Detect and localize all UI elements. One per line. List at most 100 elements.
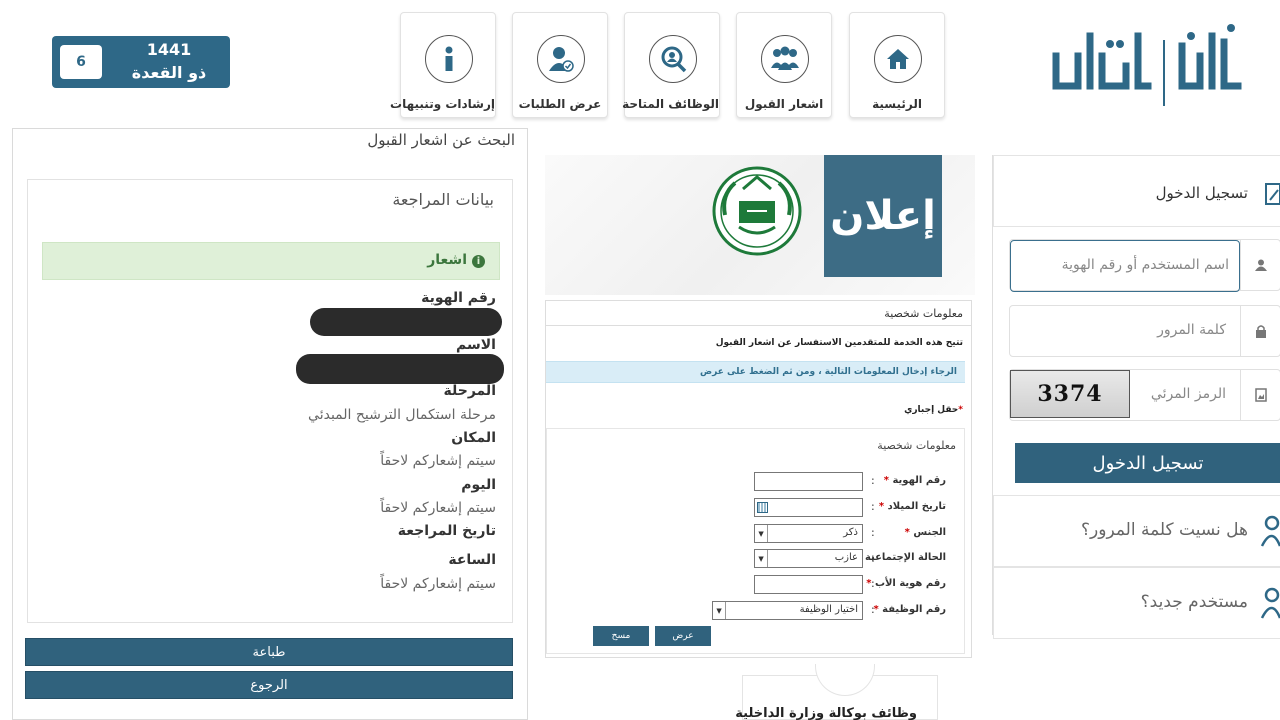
day-value: سيتم إشعاركم لاحقاً bbox=[380, 500, 496, 516]
review-data-box: بيانات المراجعة iاشعار رقم الهوية الاسم … bbox=[27, 179, 513, 623]
stage-value: مرحلة استكمال الترشيح المبدئي bbox=[308, 407, 496, 423]
nav-requests-label: عرض الطلبات bbox=[518, 97, 602, 111]
personal-info-form: معلومات شخصية تتيح هذه الخدمة للمتقدمين … bbox=[545, 300, 972, 658]
password-placeholder: كلمة المرور bbox=[1157, 322, 1226, 338]
print-button[interactable]: طباعة bbox=[25, 638, 513, 666]
panel-title: البحث عن اشعار القبول bbox=[367, 131, 515, 149]
date-month: ذو القعدة bbox=[131, 63, 207, 82]
id-label: رقم الهوية bbox=[421, 290, 496, 306]
ministry-emblem-icon bbox=[711, 165, 803, 257]
lock-icon bbox=[1240, 306, 1280, 356]
login-title: تسجيل الدخول bbox=[1155, 184, 1248, 202]
center-area: إعلان معلومات شخصية تتيح هذه الخدمة للمت… bbox=[545, 155, 975, 720]
marital-status-select[interactable]: عازب ▼ bbox=[754, 549, 863, 568]
group-icon bbox=[761, 35, 809, 83]
review-date-label: تاريخ المراجعة bbox=[397, 523, 496, 539]
show-button[interactable]: عرض bbox=[655, 626, 711, 646]
forgot-password-link[interactable]: هل نسيت كلمة المرور؟ bbox=[993, 495, 1280, 567]
job-search-icon bbox=[649, 35, 697, 83]
redacted-id bbox=[310, 308, 502, 336]
nav-jobs[interactable]: الوظائف المتاحة bbox=[622, 12, 720, 118]
marital-field-label: الحالة الإجتماعية bbox=[864, 552, 946, 563]
user-icon bbox=[1240, 240, 1280, 290]
new-user-text: مستخدم جديد؟ bbox=[1140, 592, 1248, 612]
instructions-text: الرجاء إدخال المعلومات التالية ، ومن ثم … bbox=[700, 367, 957, 377]
id-number-input[interactable] bbox=[754, 472, 863, 491]
announcement-banner: إعلان bbox=[545, 155, 975, 295]
nav-jobs-label: الوظائف المتاحة bbox=[622, 97, 719, 111]
ministry-jobs-title: وظائف بوكالة وزارة الداخلية bbox=[735, 706, 917, 720]
place-label: المكان bbox=[451, 430, 496, 446]
new-user-link[interactable]: مستخدم جديد؟ bbox=[993, 567, 1280, 639]
acceptance-notice-panel: البحث عن اشعار القبول بيانات المراجعة iا… bbox=[12, 128, 528, 720]
hijri-date-badge: 6 1441 ذو القعدة bbox=[52, 36, 230, 88]
place-value: سيتم إشعاركم لاحقاً bbox=[380, 453, 496, 469]
nav-info-label: إرشادات وتنبيهات bbox=[390, 97, 495, 111]
id-field-label: رقم الهوية bbox=[892, 475, 946, 486]
time-value: سيتم إشعاركم لاحقاً bbox=[380, 576, 496, 592]
clear-button[interactable]: مسح bbox=[593, 626, 649, 646]
review-data-heading: بيانات المراجعة bbox=[392, 190, 494, 209]
name-label: الاسم bbox=[456, 337, 496, 353]
redacted-name bbox=[296, 354, 504, 384]
captcha-row: 3374 الرمز المرئي bbox=[1009, 369, 1280, 421]
fields-section-title: معلومات شخصية bbox=[877, 439, 956, 452]
captcha-placeholder[interactable]: الرمز المرئي bbox=[1151, 386, 1226, 402]
forgot-password-text: هل نسيت كلمة المرور؟ bbox=[1081, 520, 1248, 540]
username-placeholder: اسم المستخدم أو رقم الهوية bbox=[1061, 257, 1229, 273]
date-day: 6 bbox=[60, 45, 102, 79]
service-description: تتيح هذه الخدمة للمتقدمين الاستفسار عن ا… bbox=[715, 338, 963, 348]
birth-date-input[interactable] bbox=[754, 498, 863, 517]
time-label: الساعة bbox=[448, 552, 496, 568]
form-fields-section: معلومات شخصية رقم الهوية * : تاريخ الميل… bbox=[546, 428, 965, 654]
chevron-down-icon: ▼ bbox=[755, 525, 768, 542]
instructions-box: الرجاء إدخال المعلومات التالية ، ومن ثم … bbox=[546, 361, 965, 383]
login-header: تسجيل الدخول bbox=[993, 155, 1280, 227]
ministry-jobs-card[interactable]: وظائف بوكالة وزارة الداخلية bbox=[735, 664, 938, 720]
chevron-down-icon: ▼ bbox=[713, 602, 726, 619]
header: الرئيسية اشعار القبول الوظائف المتاحة عر… bbox=[0, 0, 1280, 128]
required-note: حقل إجباري bbox=[904, 405, 959, 415]
job-field-label: رقم الوظيفة bbox=[882, 604, 946, 615]
password-input[interactable]: كلمة المرور bbox=[1009, 305, 1280, 357]
home-icon bbox=[874, 35, 922, 83]
marital-selected: عازب bbox=[834, 552, 858, 563]
nav-home-label: الرئيسية bbox=[872, 97, 922, 111]
user-outline-icon bbox=[1258, 514, 1280, 548]
dob-field-label: تاريخ الميلاد bbox=[887, 501, 946, 512]
day-label: اليوم bbox=[461, 477, 496, 493]
stage-label: المرحلة bbox=[443, 383, 496, 399]
date-year: 1441 bbox=[146, 40, 192, 59]
nav-acceptance[interactable]: اشعار القبول bbox=[736, 12, 832, 118]
nav-requests[interactable]: عرض الطلبات bbox=[512, 12, 608, 118]
user-add-icon bbox=[1258, 586, 1280, 620]
login-button[interactable]: تسجيل الدخول bbox=[1015, 443, 1280, 483]
login-panel: تسجيل الدخول اسم المستخدم أو رقم الهوية … bbox=[992, 155, 1280, 639]
job-selected: اختيار الوظيفة bbox=[799, 604, 858, 615]
username-row: اسم المستخدم أو رقم الهوية bbox=[1009, 239, 1280, 292]
gender-select[interactable]: ذكر ▼ bbox=[754, 524, 863, 543]
nav-info[interactable]: إرشادات وتنبيهات bbox=[390, 12, 496, 118]
father-id-field-label: رقم هوية الأب bbox=[874, 578, 946, 589]
announcement-label: إعلان bbox=[824, 155, 942, 277]
chevron-down-icon: ▼ bbox=[755, 550, 768, 567]
username-input[interactable]: اسم المستخدم أو رقم الهوية bbox=[1010, 240, 1240, 292]
job-select[interactable]: اختيار الوظيفة ▼ bbox=[712, 601, 863, 620]
gender-selected: ذكر bbox=[843, 527, 858, 538]
user-check-icon bbox=[537, 35, 585, 83]
alert-info-icon: i bbox=[472, 255, 485, 268]
nav-acceptance-label: اشعار القبول bbox=[744, 97, 824, 111]
absher-tawzif-logo[interactable] bbox=[1050, 16, 1246, 112]
image-icon bbox=[1240, 370, 1280, 420]
notice-alert: i اشعار bbox=[42, 242, 500, 280]
back-button[interactable]: الرجوع bbox=[25, 671, 513, 699]
form-panel-title: معلومات شخصية bbox=[884, 307, 963, 320]
father-id-input[interactable] bbox=[754, 575, 863, 594]
login-edit-icon bbox=[1264, 182, 1280, 206]
nav-home[interactable]: الرئيسية bbox=[849, 12, 945, 118]
calendar-icon[interactable] bbox=[757, 502, 768, 513]
info-icon bbox=[425, 35, 473, 83]
gender-field-label: الجنس bbox=[913, 527, 946, 538]
alert-text: اشعار bbox=[427, 252, 467, 268]
captcha-image[interactable]: 3374 bbox=[1010, 370, 1130, 418]
